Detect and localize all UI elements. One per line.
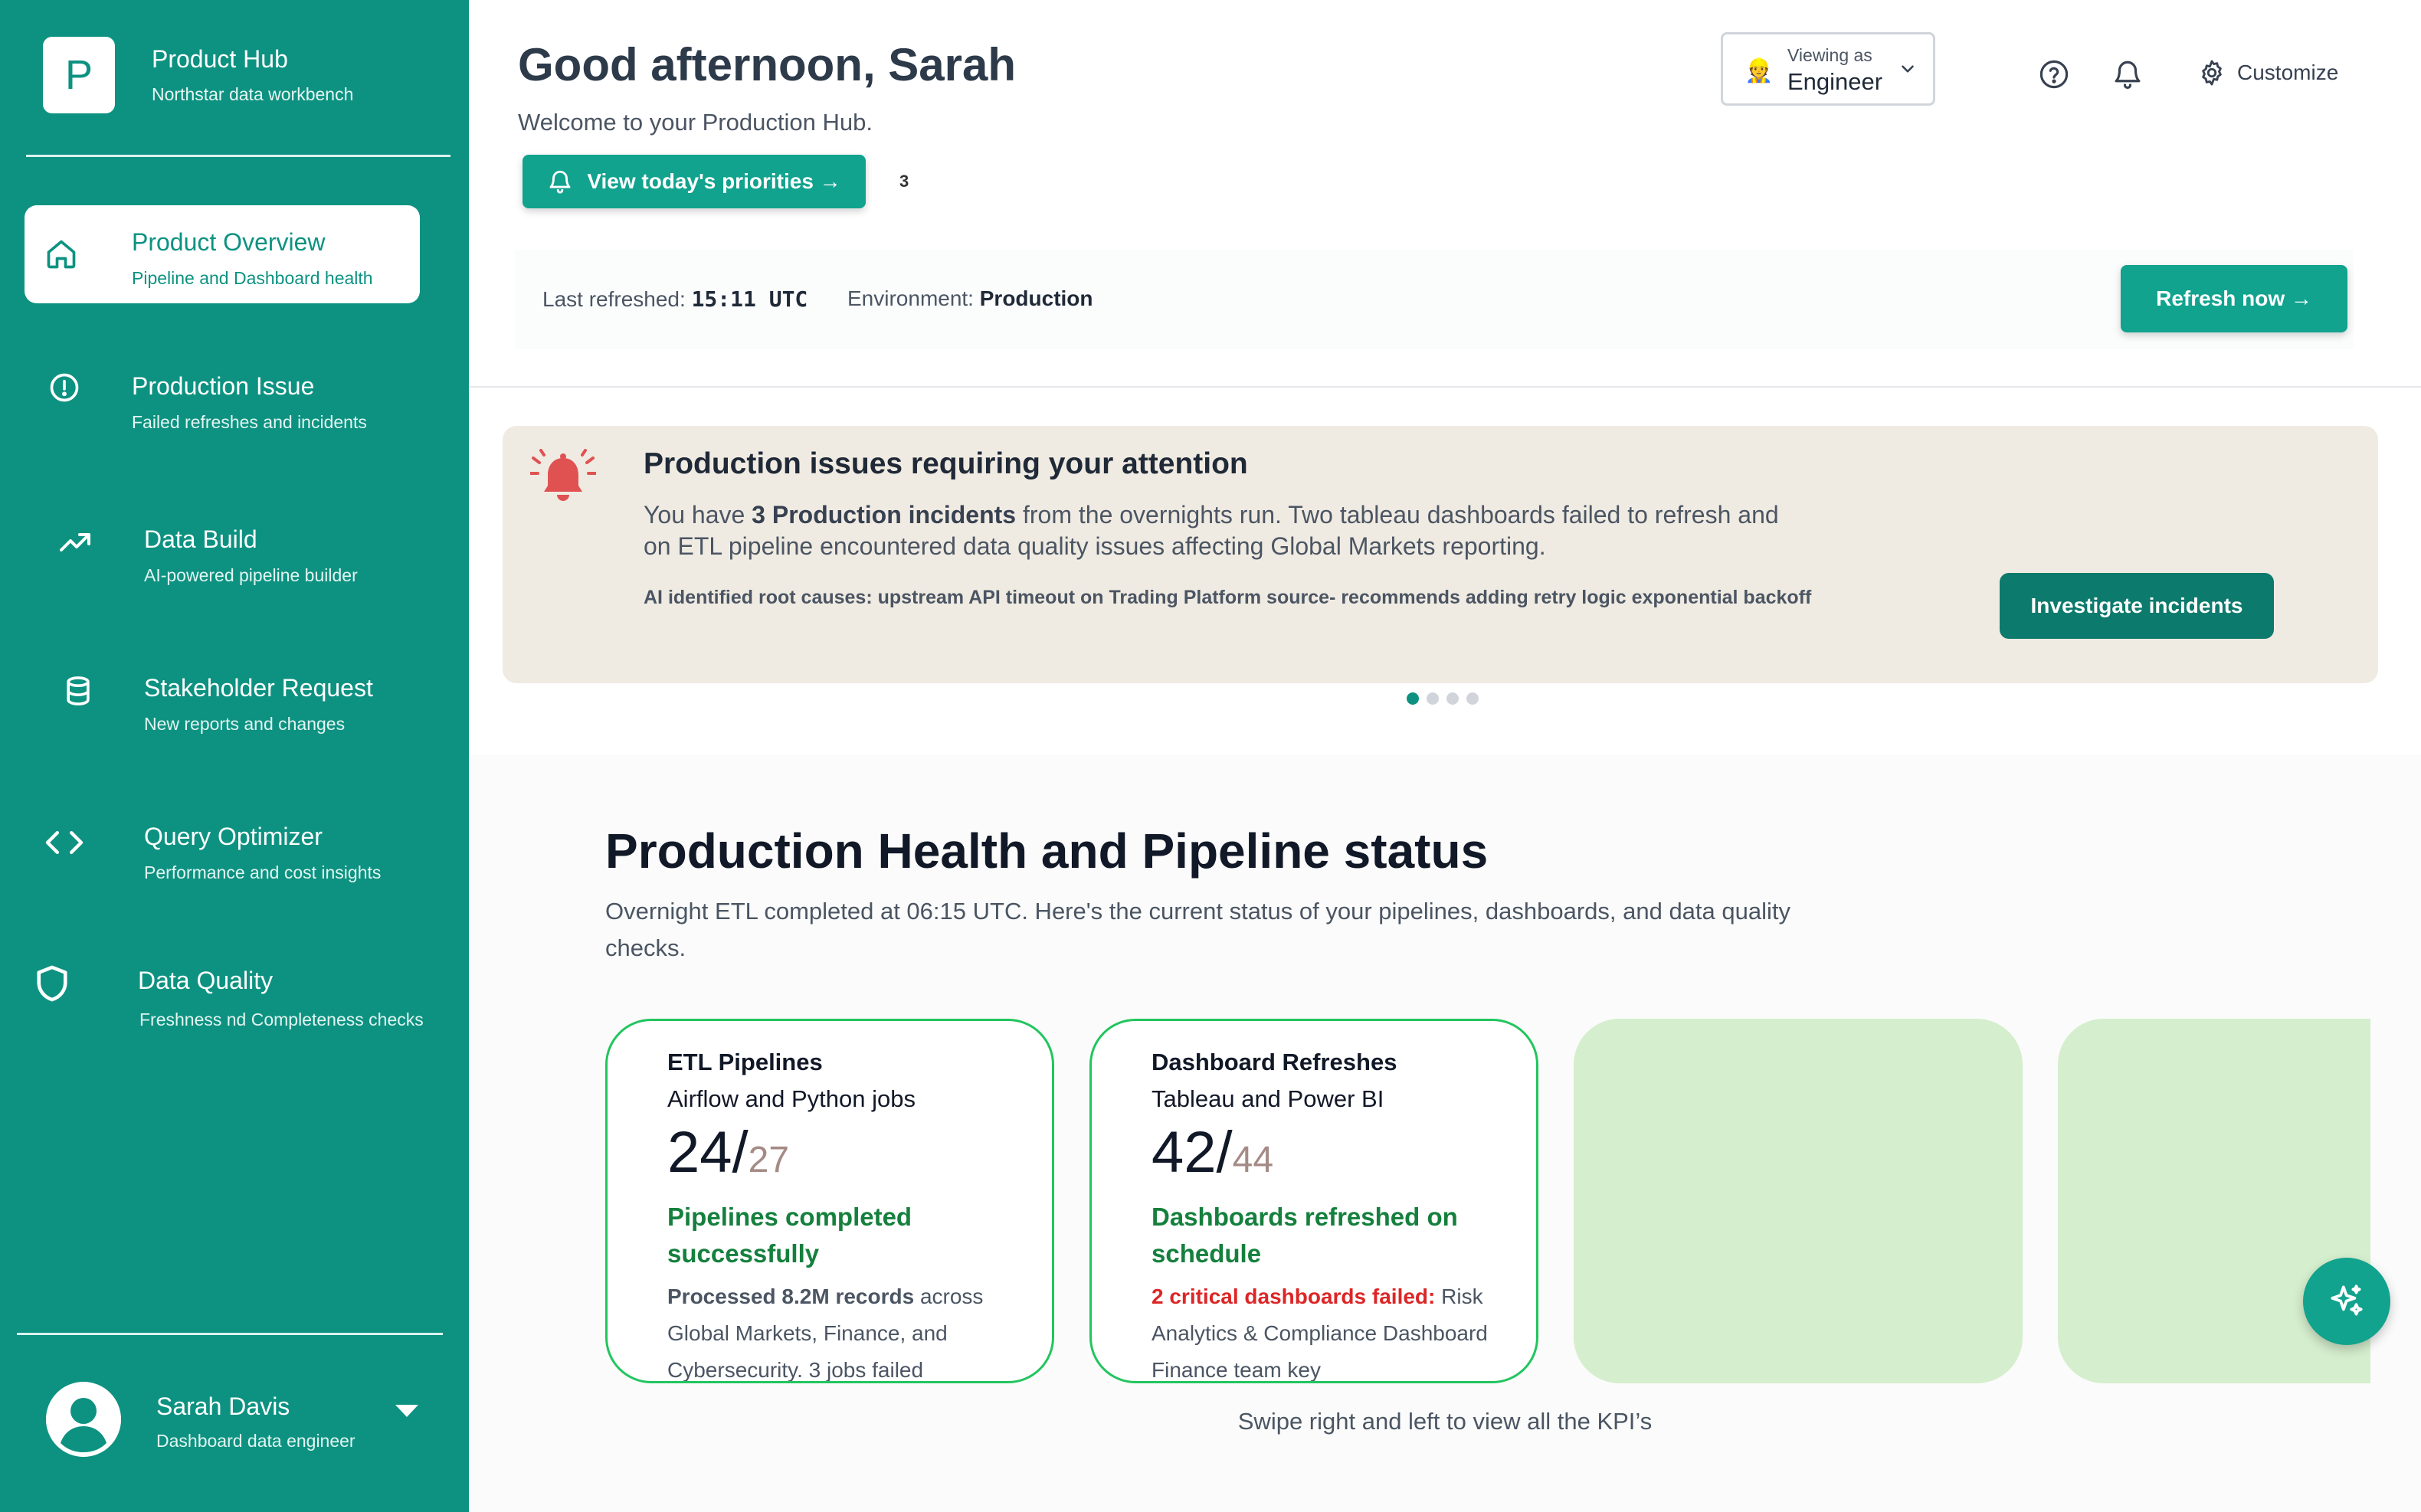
user-profile[interactable]: Sarah Davis Dashboard data engineer (46, 1382, 429, 1461)
alarm-bell-icon (529, 449, 597, 511)
brand-title: Product Hub (152, 45, 288, 73)
carousel-dot[interactable] (1427, 692, 1439, 705)
kpi-card-etl-pipelines[interactable]: ETL Pipelines Airflow and Python jobs 24… (605, 1019, 1054, 1383)
last-refreshed: Last refreshed: 15:11 UTC (542, 286, 808, 312)
environment-value: Production (979, 286, 1093, 310)
refresh-status-bar: Last refreshed: 15:11 UTC Environment: P… (515, 250, 2354, 349)
alert-body: You have 3 Production incidents from the… (644, 499, 1808, 562)
kpi-count: 42/ (1152, 1120, 1233, 1185)
customize-label: Customize (2237, 61, 2339, 84)
kpi-value: 24/27 (667, 1119, 789, 1186)
welcome-text: Welcome to your Production Hub. (518, 109, 873, 136)
help-icon[interactable] (2038, 58, 2070, 94)
kpi-status: Pipelines completed successfully (667, 1203, 912, 1268)
kpi-detail: Processed 8.2M records across Global Mar… (667, 1278, 1004, 1381)
sidebar-item-stakeholder-request[interactable]: Stakeholder Request New reports and chan… (25, 651, 420, 749)
alert-title: Production issues requiring your attenti… (644, 447, 1248, 480)
kpi-count: 24/ (667, 1120, 749, 1185)
sidebar-item-product-overview[interactable]: Product Overview Pipeline and Dashboard … (25, 205, 420, 303)
priorities-count: 3 (899, 172, 909, 191)
sidebar-item-query-optimizer[interactable]: Query Optimizer Performance and cost ins… (25, 800, 420, 898)
environment: Environment: Production (847, 286, 1093, 311)
database-icon (58, 671, 98, 711)
sidebar-item-label: Product Overview (132, 228, 326, 256)
header-divider (469, 386, 2421, 388)
sidebar-item-production-issue[interactable]: Production Issue Failed refreshes and in… (25, 349, 420, 447)
kpi-detail-highlight: 2 critical dashboards failed: (1152, 1285, 1436, 1308)
page-title: Good afternoon, Sarah (518, 39, 1017, 90)
shield-icon (32, 964, 72, 1003)
kpi-total: 27 (748, 1140, 790, 1180)
swipe-hint: Swipe right and left to view all the KPI… (1237, 1408, 1653, 1435)
chevron-down-icon (1898, 59, 1918, 83)
kpi-total: 44 (1232, 1140, 1274, 1180)
kpi-value: 42/44 (1152, 1119, 1273, 1186)
brand-subtitle: Northstar data workbench (152, 84, 354, 104)
brand-logo: P (43, 37, 115, 113)
engineer-icon: 👷 (1744, 58, 1774, 83)
section-description: Overnight ETL completed at 06:15 UTC. He… (605, 898, 1791, 961)
environment-label: Environment: (847, 286, 980, 310)
kpi-card-placeholder[interactable] (1574, 1019, 2023, 1383)
carousel-dot[interactable] (1466, 692, 1479, 705)
home-icon (41, 234, 81, 274)
sidebar: P Product Hub Northstar data workbench P… (0, 0, 469, 1512)
kpi-title: ETL Pipelines (667, 1049, 823, 1075)
avatar (46, 1382, 121, 1457)
alert-incident-count: 3 Production incidents (752, 501, 1017, 529)
alert-body-prefix: You have (644, 501, 752, 529)
kpi-title: Dashboard Refreshes (1152, 1049, 1397, 1075)
sidebar-item-label: Production Issue (132, 372, 315, 400)
production-issues-alert: Production issues requiring your attenti… (503, 426, 2378, 683)
carousel-dot[interactable] (1446, 692, 1459, 705)
viewing-as-dropdown[interactable]: 👷 Viewing as Engineer (1721, 32, 1935, 106)
customize-button[interactable]: Customize (2197, 58, 2338, 87)
sidebar-item-sub: AI-powered pipeline builder (144, 565, 358, 585)
production-health-section: Production Health and Pipeline status Ov… (469, 755, 2421, 1512)
sparkle-icon (2331, 1285, 2363, 1316)
carousel-dots (1407, 692, 1486, 705)
ai-assistant-button[interactable] (2303, 1258, 2390, 1345)
sidebar-item-sub: Failed refreshes and incidents (132, 412, 367, 432)
code-icon (44, 823, 84, 862)
sidebar-item-label: Query Optimizer (144, 823, 323, 850)
sidebar-item-data-build[interactable]: Data Build AI-powered pipeline builder (25, 502, 420, 601)
sidebar-item-label: Data Build (144, 525, 257, 553)
kpi-detail-highlight: Processed 8.2M records (667, 1285, 915, 1308)
kpi-subtitle: Tableau and Power BI (1152, 1085, 1384, 1112)
trending-up-icon (55, 522, 95, 562)
last-refreshed-value: 15:11 UTC (691, 286, 808, 312)
sidebar-divider (17, 1333, 443, 1335)
sidebar-item-sub: Pipeline and Dashboard health (132, 268, 373, 288)
sidebar-divider (26, 155, 450, 157)
kpi-detail: 2 critical dashboards failed: Risk Analy… (1152, 1278, 1489, 1381)
kpi-subtitle: Airflow and Python jobs (667, 1085, 916, 1112)
user-name: Sarah Davis (156, 1393, 290, 1420)
sidebar-item-sub: Freshness nd Completeness checks (139, 1010, 424, 1029)
carousel-dot[interactable] (1407, 692, 1419, 705)
sidebar-item-sub: New reports and changes (144, 714, 346, 734)
investigate-incidents-button[interactable]: Investigate incidents (2000, 573, 2274, 639)
sidebar-item-data-quality[interactable]: Data Quality Freshness nd Completeness c… (25, 944, 424, 1042)
viewing-as-role: Engineer (1787, 68, 1883, 95)
sidebar-item-sub: Performance and cost insights (144, 862, 382, 882)
caret-down-icon[interactable] (395, 1405, 418, 1417)
refresh-now-button[interactable]: Refresh now → (2121, 265, 2347, 332)
sidebar-item-label: Data Quality (138, 967, 274, 994)
alert-circle-icon (44, 368, 84, 407)
view-priorities-button[interactable]: View today's priorities → (523, 155, 866, 208)
ai-root-cause: AI identified root causes: upstream API … (644, 587, 1812, 608)
sidebar-item-label: Stakeholder Request (144, 674, 373, 702)
view-priorities-label: View today's priorities → (587, 169, 841, 193)
bell-icon (549, 170, 571, 194)
gear-icon (2202, 60, 2222, 86)
kpi-card-dashboard-refreshes[interactable]: Dashboard Refreshes Tableau and Power BI… (1089, 1019, 1538, 1383)
brand[interactable]: P Product Hub Northstar data workbench (43, 37, 353, 113)
kpi-status: Dashboards refreshed on schedule (1152, 1203, 1458, 1268)
viewing-as-label: Viewing as (1787, 45, 1872, 65)
section-title: Production Health and Pipeline status (605, 823, 1489, 879)
last-refreshed-label: Last refreshed: (542, 287, 692, 311)
notifications-bell-icon[interactable] (2111, 58, 2144, 94)
user-role: Dashboard data engineer (156, 1431, 355, 1451)
